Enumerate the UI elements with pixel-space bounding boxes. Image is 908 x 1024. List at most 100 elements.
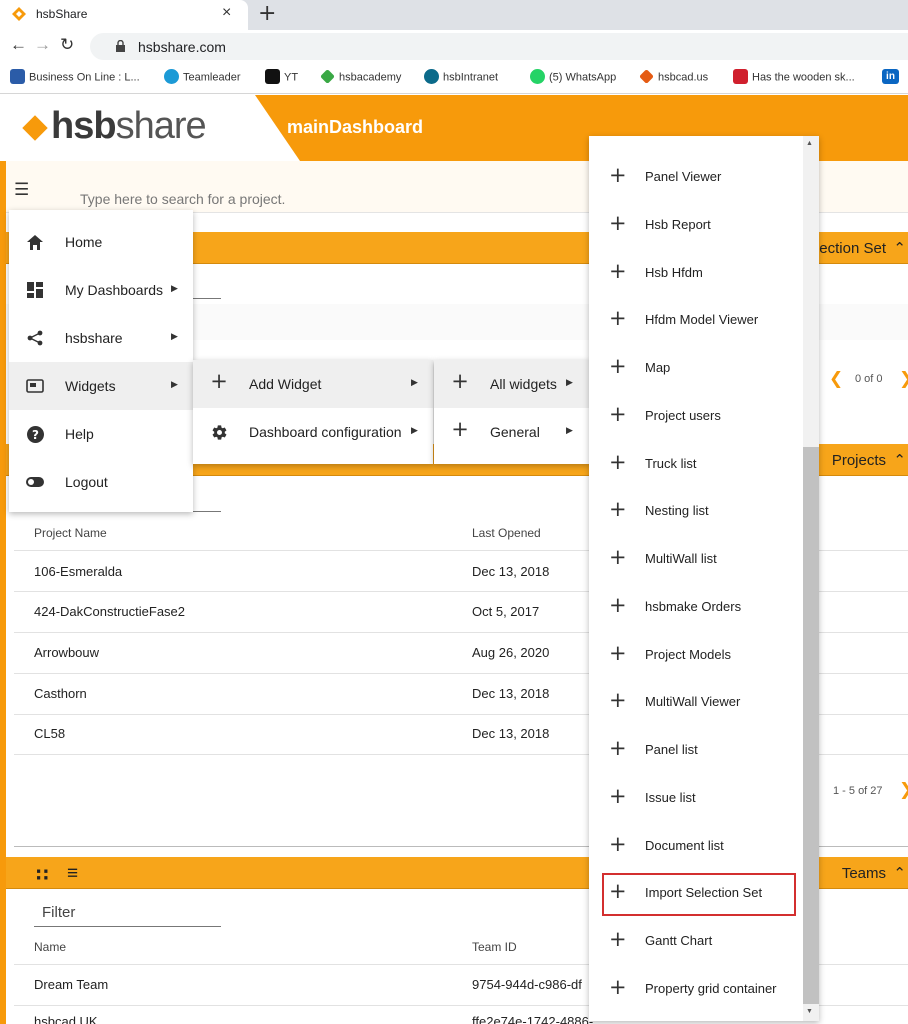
caret-right-icon: ▶ (171, 283, 178, 293)
menu-item-dashboard-configuration[interactable]: Dashboard configuration ▶ (193, 408, 433, 456)
teamleader-icon (164, 69, 179, 84)
bookmark-yt[interactable]: YT (265, 69, 298, 85)
share-icon (25, 328, 45, 348)
bookmark-business-online[interactable]: Business On Line : L... (10, 69, 140, 85)
menu-item-label: hsbshare (65, 330, 123, 346)
teams-filter-input[interactable]: Filter (42, 904, 75, 921)
column-header-name[interactable]: Name (34, 940, 66, 954)
widget-item-label: Hsb Hfdm (645, 265, 703, 280)
chevron-up-icon[interactable]: ⌃ (893, 864, 906, 882)
main-menu: Home My Dashboards ▶ hsbshare ▶ Widgets … (9, 210, 193, 512)
left-accent-strip (0, 161, 6, 1024)
bookmark-hsbacademy[interactable]: hsbacademy (320, 69, 401, 85)
widget-item-multiwall-list[interactable]: + MultiWall list (589, 535, 803, 583)
widget-item-label: MultiWall list (645, 551, 717, 566)
chevron-right-icon[interactable]: ❯ (899, 369, 908, 389)
menu-item-my-dashboards[interactable]: My Dashboards ▶ (9, 266, 193, 314)
widget-item-truck-list[interactable]: + Truck list (589, 440, 803, 488)
column-header-last-opened[interactable]: Last Opened (472, 526, 541, 540)
bookmark-hsbcad-us[interactable]: hsbcad.us (639, 69, 708, 85)
widget-item-document-list[interactable]: + Document list (589, 822, 803, 870)
highlight-box (602, 873, 796, 916)
chevron-left-icon[interactable]: ❮ (829, 369, 843, 389)
bookmark-linkedin[interactable]: in (882, 69, 903, 85)
last-opened-cell: Dec 13, 2018 (472, 686, 550, 701)
widget-item-issue-list[interactable]: + Issue list (589, 774, 803, 822)
widget-item-label: MultiWall Viewer (645, 694, 741, 709)
widget-item-map[interactable]: + Map (589, 344, 803, 392)
back-arrow-icon[interactable]: ← (10, 35, 27, 55)
plus-icon: + (609, 641, 627, 665)
dashboard-title: mainDashboard (287, 117, 424, 137)
bookmark-wooden-sk[interactable]: Has the wooden sk... (733, 69, 855, 85)
list-icon[interactable]: ≡ (67, 863, 78, 885)
menu-item-label: Widgets (65, 378, 116, 394)
column-header-project-name[interactable]: Project Name (34, 526, 107, 540)
logo[interactable]: hsbshare (0, 95, 300, 161)
scroll-down-icon[interactable]: ▼ (806, 1008, 813, 1015)
address-bar[interactable]: hsbshare.com (90, 33, 908, 60)
menu-item-widgets[interactable]: Widgets ▶ (9, 362, 193, 410)
menu-item-label: All widgets (490, 376, 557, 392)
widget-item-panel-viewer[interactable]: + Panel Viewer (589, 153, 803, 201)
plus-icon: + (609, 211, 627, 235)
plus-icon: + (609, 832, 627, 856)
project-name-cell: Casthorn (34, 686, 87, 701)
widget-item-label: Truck list (645, 456, 697, 471)
menu-item-label: Home (65, 234, 103, 250)
widget-item-hfdm-model-viewer[interactable]: + Hfdm Model Viewer (589, 296, 803, 344)
widget-item-nesting-list[interactable]: + Nesting list (589, 487, 803, 535)
panel-title: lection Set (815, 240, 886, 257)
scroll-up-icon[interactable]: ▲ (806, 140, 813, 147)
drag-handle-icon[interactable]: ∷ (36, 865, 49, 886)
bookmark-hsbintranet[interactable]: hsbIntranet (424, 69, 498, 85)
menu-item-help[interactable]: ? Help (9, 410, 193, 458)
bookmark-teamleader[interactable]: Teamleader (164, 69, 240, 85)
menu-item-general[interactable]: + General ▶ (434, 408, 590, 456)
forward-arrow-icon[interactable]: → (34, 35, 51, 55)
bookmark-whatsapp[interactable]: (5) WhatsApp (530, 69, 616, 85)
widgets-scrollbar-thumb[interactable] (803, 447, 819, 1004)
menu-item-home[interactable]: Home (9, 218, 193, 266)
widget-item-project-models[interactable]: + Project Models (589, 631, 803, 679)
chevron-up-icon[interactable]: ⌃ (893, 451, 906, 469)
menu-item-label: Help (65, 426, 94, 442)
widgets-submenu: + Add Widget ▶ Dashboard configuration ▶ (193, 360, 433, 464)
widget-item-project-users[interactable]: + Project users (589, 392, 803, 440)
browser-tab[interactable]: hsbShare × (0, 0, 248, 30)
project-search-input[interactable] (80, 189, 580, 209)
widget-item-panel-list[interactable]: + Panel list (589, 726, 803, 774)
chevron-up-icon[interactable]: ⌃ (893, 239, 906, 257)
news-icon (733, 69, 748, 84)
hamburger-menu-icon[interactable]: ☰ (14, 180, 29, 200)
widget-item-hsb-hfdm[interactable]: + Hsb Hfdm (589, 249, 803, 297)
plus-icon: + (609, 497, 627, 521)
home-icon (25, 232, 45, 252)
caret-right-icon: ▶ (566, 377, 573, 387)
plus-icon: + (609, 306, 627, 330)
widget-item-hsb-report[interactable]: + Hsb Report (589, 201, 803, 249)
caret-right-icon: ▶ (411, 377, 418, 387)
new-tab-button[interactable]: + (258, 1, 276, 26)
plus-icon: + (609, 402, 627, 426)
reload-icon[interactable]: ↻ (60, 35, 74, 55)
tab-title: hsbShare (36, 7, 88, 21)
plus-icon: + (609, 784, 627, 808)
menu-item-add-widget[interactable]: + Add Widget ▶ (193, 360, 433, 408)
plus-icon: + (609, 736, 627, 760)
widget-item-property-grid-container[interactable]: + Property grid container (589, 965, 803, 1013)
sharepoint-icon (424, 69, 439, 84)
widget-item-label: Nesting list (645, 503, 709, 518)
tab-close-icon[interactable]: × (222, 4, 231, 22)
last-opened-cell: Oct 5, 2017 (472, 604, 540, 619)
column-header-team-id[interactable]: Team ID (472, 940, 517, 954)
menu-item-logout[interactable]: Logout (9, 458, 193, 506)
chevron-right-icon[interactable]: ❯ (899, 780, 908, 800)
menu-item-hsbshare[interactable]: hsbshare ▶ (9, 314, 193, 362)
menu-item-label: Logout (65, 474, 108, 490)
widget-item-hsbmake-orders[interactable]: + hsbmake Orders (589, 583, 803, 631)
widget-item-multiwall-viewer[interactable]: + MultiWall Viewer (589, 678, 803, 726)
project-name-cell: 424-DakConstructieFase2 (34, 604, 186, 619)
menu-item-all-widgets[interactable]: + All widgets ▶ (434, 360, 590, 408)
widget-item-gantt-chart[interactable]: + Gantt Chart (589, 917, 803, 965)
